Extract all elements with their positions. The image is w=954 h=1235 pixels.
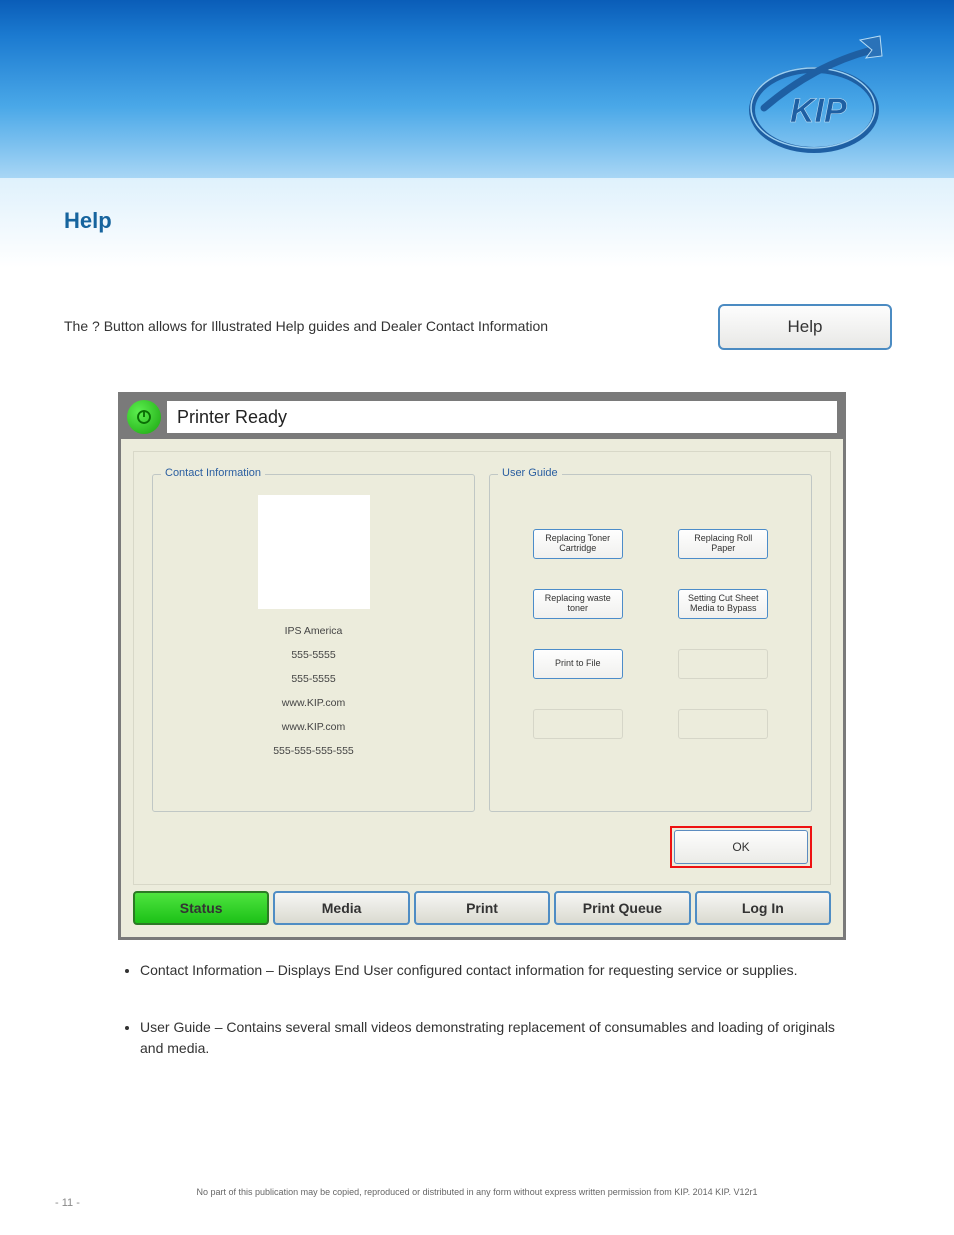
tab-media[interactable]: Media [273,891,409,925]
tab-status[interactable]: Status [133,891,269,925]
guide-replacing-roll-button[interactable]: Replacing Roll Paper [678,529,768,559]
contact-information-panel: Contact Information IPS America 555-5555… [152,474,475,812]
bullet-user-guide: User Guide – Contains several small vide… [140,1017,840,1059]
kip-logo-icon: KIP [734,30,894,160]
bullet-list: Contact Information – Displays End User … [140,960,840,1095]
contact-legend: Contact Information [161,467,265,479]
page-footer: No part of this publication may be copie… [0,1187,954,1203]
ok-highlight-box: OK [670,826,812,868]
guide-replacing-toner-button[interactable]: Replacing Toner Cartridge [533,529,623,559]
contact-line: www.KIP.com [282,721,345,733]
tab-print[interactable]: Print [414,891,550,925]
ok-button[interactable]: OK [674,830,808,864]
help-button[interactable]: Help [718,304,892,350]
guide-replacing-waste-button[interactable]: Replacing waste toner [533,589,623,619]
contact-line: www.KIP.com [282,697,345,709]
guide-print-to-file-button[interactable]: Print to File [533,649,623,679]
screenshot-body: Contact Information IPS America 555-5555… [121,439,843,937]
contact-image-placeholder [258,495,370,609]
page-heading: Help [64,208,112,234]
tab-log-in[interactable]: Log In [695,891,831,925]
printer-status-title: Printer Ready [167,401,837,433]
page-number: - 11 - [55,1197,80,1209]
guide-cut-sheet-button[interactable]: Setting Cut Sheet Media to Bypass [678,589,768,619]
guide-empty-slot [678,649,768,679]
page-header: KIP [0,0,954,178]
bottom-tab-bar: Status Media Print Print Queue Log In [133,885,831,925]
tab-print-queue[interactable]: Print Queue [554,891,690,925]
contact-line: 555-5555 [291,673,335,685]
guide-empty-slot [533,709,623,739]
user-guide-panel: User Guide Replacing Toner Cartridge Rep… [489,474,812,812]
contact-line: 555-5555 [291,649,335,661]
bullet-contact-info: Contact Information – Displays End User … [140,960,840,981]
contact-line: IPS America [285,625,343,637]
intro-paragraph: The ? Button allows for Illustrated Help… [64,316,684,337]
svg-text:KIP: KIP [790,92,847,130]
user-guide-legend: User Guide [498,467,562,479]
embedded-screenshot: Printer Ready Contact Information IPS Am… [118,392,846,940]
screenshot-titlebar: Printer Ready [121,395,843,439]
power-icon [127,400,161,434]
guide-empty-slot [678,709,768,739]
contact-line: 555-555-555-555 [273,745,354,757]
page-header-light [0,178,954,268]
